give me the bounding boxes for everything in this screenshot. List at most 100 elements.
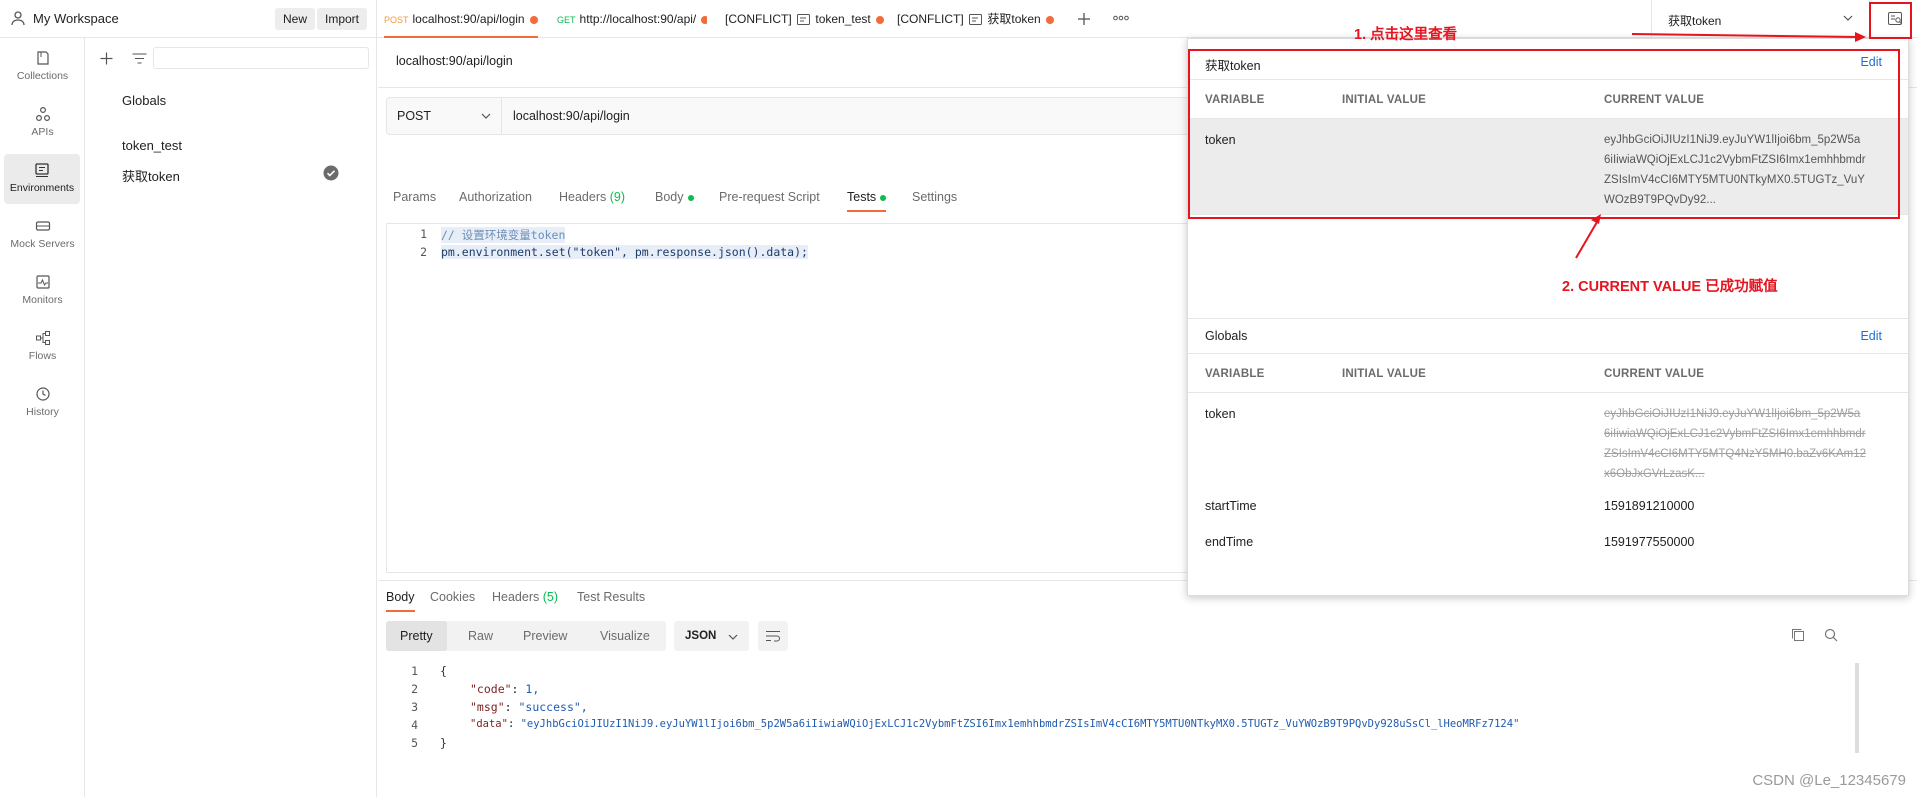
environment-selected: 获取token <box>1668 14 1722 28</box>
method-badge: GET <box>557 15 576 25</box>
env-item-globals[interactable]: Globals <box>122 93 166 108</box>
sidebar-item-label: Collections <box>16 70 69 82</box>
json-colon: : <box>507 718 521 730</box>
sidebar-item-monitors[interactable]: Monitors <box>0 266 85 316</box>
wrap-icon <box>766 631 780 642</box>
view-preview[interactable]: Preview <box>509 621 581 651</box>
json-key: "data" <box>470 718 508 730</box>
response-tab-test-results[interactable]: Test Results <box>577 590 645 604</box>
sidebar-item-environments[interactable]: Environments <box>4 154 80 204</box>
tab-body[interactable]: Body <box>655 190 694 204</box>
line-number: 5 <box>411 736 418 750</box>
json-value: "success", <box>518 700 588 714</box>
tab-tests[interactable]: Tests <box>847 190 887 212</box>
sidebar-item-apis[interactable]: APIs <box>0 98 85 148</box>
plus-icon[interactable] <box>1077 12 1091 26</box>
sidebar-item-history[interactable]: History <box>0 378 85 428</box>
tab-pre-request-script[interactable]: Pre-request Script <box>719 190 820 204</box>
table-row[interactable]: endTime 1591977550000 <box>1188 523 1908 559</box>
env-item-token-test[interactable]: token_test <box>122 138 182 153</box>
annotation-highlight-box <box>1188 49 1900 219</box>
workspace-title[interactable]: My Workspace <box>33 11 119 26</box>
response-tab-headers[interactable]: Headers (5) <box>492 590 558 604</box>
response-tab-body[interactable]: Body <box>386 590 415 612</box>
active-check-icon[interactable] <box>323 165 339 181</box>
tab-label: localhost:90/api/login <box>412 12 525 26</box>
chevron-down-icon <box>481 113 491 119</box>
mock-server-icon <box>35 221 50 231</box>
annotation-highlight-box <box>1869 2 1912 39</box>
format-select[interactable]: JSON <box>674 621 749 651</box>
annotation-step-1: 1. 点击这里查看 <box>1354 27 1458 43</box>
environment-icon <box>797 14 811 26</box>
tab-params[interactable]: Params <box>393 190 436 204</box>
method-value: POST <box>397 109 432 123</box>
sidebar-item-collections[interactable]: Collections <box>0 42 85 92</box>
wrap-lines-button[interactable] <box>758 621 788 651</box>
sidebar-item-label: History <box>26 406 59 418</box>
new-button[interactable]: New <box>275 8 316 30</box>
tab-authorization[interactable]: Authorization <box>459 190 532 204</box>
environment-list-panel: Globals token_test 获取token <box>86 38 377 797</box>
variable-name: startTime <box>1205 499 1257 513</box>
tab-label: Headers <box>559 190 607 204</box>
json-brace: { <box>440 664 447 678</box>
copy-icon[interactable] <box>1791 628 1805 642</box>
line-number: 3 <box>411 700 418 714</box>
search-icon[interactable] <box>1824 628 1838 642</box>
environment-search-input[interactable] <box>153 47 369 69</box>
view-raw[interactable]: Raw <box>454 621 507 651</box>
column-header: CURRENT VALUE <box>1604 368 1705 380</box>
tab-conflict-get-token[interactable]: [CONFLICT] 获取token <box>897 0 1054 38</box>
environment-selector[interactable]: 获取token <box>1651 0 1869 38</box>
variable-name: endTime <box>1205 535 1254 549</box>
json-key: "code" <box>470 682 512 696</box>
tab-label: Tests <box>847 190 877 204</box>
json-brace: } <box>440 736 447 750</box>
tab-prefix: [CONFLICT] <box>897 12 964 26</box>
response-body[interactable]: 1 { 2 "code": 1, 3 "msg": "success", 4 "… <box>378 658 1868 753</box>
env-item-get-token[interactable]: 获取token <box>122 166 180 185</box>
tab-get-api[interactable]: GET http://localhost:90/api/ <box>557 0 707 38</box>
status-dot <box>880 194 887 201</box>
sidebar-item-flows[interactable]: Flows <box>0 322 85 372</box>
tab-prefix: [CONFLICT] <box>725 12 792 26</box>
line-number: 2 <box>420 245 427 259</box>
json-value: 1, <box>525 682 540 696</box>
json-line: "msg": "success", <box>470 700 588 714</box>
tab-settings[interactable]: Settings <box>912 190 957 204</box>
variable-name: token <box>1205 407 1236 421</box>
response-tab-cookies[interactable]: Cookies <box>430 590 475 604</box>
tab-post-login[interactable]: POST localhost:90/api/login <box>384 0 538 38</box>
json-line: "data": "eyJhbGciOiJIUzI1NiJ9.eyJuYW1lIj… <box>470 718 1519 730</box>
chevron-down-icon <box>728 634 738 640</box>
headers-count: (5) <box>542 590 559 604</box>
tab-label: http://localhost:90/api/ <box>579 12 697 26</box>
method-badge: POST <box>384 15 409 25</box>
table-row[interactable]: startTime 1591891210000 <box>1188 487 1908 523</box>
import-button[interactable]: Import <box>317 8 368 30</box>
globals-edit-link[interactable]: Edit <box>1860 329 1882 343</box>
more-tabs-icon[interactable] <box>1113 15 1129 21</box>
view-pretty[interactable]: Pretty <box>386 621 447 651</box>
apis-icon <box>35 106 50 122</box>
filter-icon[interactable] <box>132 53 147 64</box>
unsaved-dot <box>875 15 884 24</box>
url-input[interactable]: localhost:90/api/login <box>513 109 630 123</box>
view-visualize[interactable]: Visualize <box>586 621 664 651</box>
tab-conflict-token-test[interactable]: [CONFLICT] token_test <box>725 0 884 38</box>
tab-label: token_test <box>815 12 871 26</box>
annotation-step-2: 2. CURRENT VALUE 已成功赋值 <box>1562 279 1778 295</box>
sidebar: Collections APIs Environments Mock Serve… <box>0 38 85 797</box>
sidebar-item-mock-servers[interactable]: Mock Servers <box>0 210 85 260</box>
scrollbar[interactable] <box>1855 663 1859 753</box>
sidebar-item-label: Flows <box>28 350 57 362</box>
json-colon: : <box>511 682 526 696</box>
add-environment-icon[interactable] <box>100 52 113 65</box>
sidebar-item-label: APIs <box>31 126 54 138</box>
table-row[interactable]: token eyJhbGciOiJIUzI1NiJ9.eyJuYW1lIjoi6… <box>1188 393 1908 487</box>
tab-headers[interactable]: Headers (9) <box>559 190 625 204</box>
headers-count: (9) <box>609 190 626 204</box>
request-title: localhost:90/api/login <box>396 54 513 68</box>
method-select[interactable]: POST <box>387 98 502 134</box>
